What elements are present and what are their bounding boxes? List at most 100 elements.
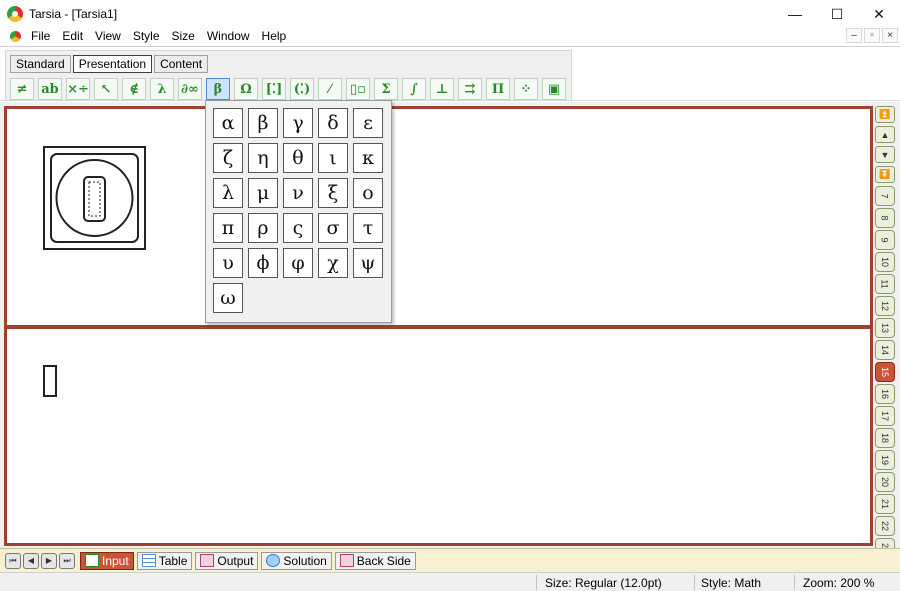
tab-standard[interactable]: Standard bbox=[10, 55, 71, 73]
labeled-arrows-button[interactable]: ⇉ bbox=[458, 78, 482, 100]
document-icon[interactable] bbox=[10, 31, 21, 42]
product-button[interactable]: Π bbox=[486, 78, 510, 100]
view-tab-back[interactable]: Back Side bbox=[334, 551, 416, 570]
page-tab-17[interactable]: 17 bbox=[875, 406, 895, 426]
menu-edit[interactable]: Edit bbox=[56, 27, 89, 46]
nav-last-button[interactable]: ⏭ bbox=[59, 552, 75, 569]
bottom-edit-pane[interactable] bbox=[4, 326, 873, 546]
page-tab-11[interactable]: 11 bbox=[875, 274, 895, 294]
nav-first-button[interactable]: ⏮ bbox=[5, 552, 21, 569]
greek-letter-button[interactable]: ς bbox=[283, 213, 313, 243]
equation-placeholder[interactable] bbox=[43, 365, 57, 397]
lambda-button[interactable]: λ bbox=[150, 78, 174, 100]
greek-letter-button[interactable]: γ bbox=[283, 108, 313, 138]
page-tab-13[interactable]: 13 bbox=[875, 318, 895, 338]
greek-letter-button[interactable]: κ bbox=[353, 143, 383, 173]
view-tab-input[interactable]: Input bbox=[80, 551, 134, 570]
greek-letter-button[interactable]: ω bbox=[213, 283, 243, 313]
parentheses-button[interactable]: (⁚) bbox=[290, 78, 314, 100]
scroll-down-button[interactable]: ▼ bbox=[875, 146, 895, 163]
page-tab-7[interactable]: 7 bbox=[875, 186, 895, 206]
scroll-first-button[interactable]: ⏫ bbox=[875, 106, 895, 123]
document-restore-button[interactable]: ▫ bbox=[864, 28, 880, 43]
tab-presentation[interactable]: Presentation bbox=[72, 55, 153, 73]
greek-letter-button[interactable]: ε bbox=[353, 108, 383, 138]
greek-upper-button[interactable]: Ω bbox=[234, 78, 258, 100]
scroll-up-button[interactable]: ▲ bbox=[875, 126, 895, 143]
page-tab-16[interactable]: 16 bbox=[875, 384, 895, 404]
greek-letter-button[interactable]: λ bbox=[213, 178, 243, 208]
view-tab-table[interactable]: Table bbox=[136, 551, 193, 570]
minimize-button[interactable]: — bbox=[774, 0, 816, 28]
greek-letter-button[interactable]: ρ bbox=[248, 213, 278, 243]
menu-style[interactable]: Style bbox=[127, 27, 166, 46]
greek-letter-button[interactable]: ο bbox=[353, 178, 383, 208]
work-area bbox=[0, 102, 900, 548]
greek-letter-button[interactable]: β bbox=[248, 108, 278, 138]
menu-window[interactable]: Window bbox=[201, 27, 256, 46]
page-tab-23[interactable]: 23 bbox=[875, 538, 895, 548]
greek-letter-button[interactable]: ν bbox=[283, 178, 313, 208]
greek-letter-button[interactable]: φ bbox=[283, 248, 313, 278]
greek-letter-button[interactable]: ι bbox=[318, 143, 348, 173]
page-tab-22[interactable]: 22 bbox=[875, 516, 895, 536]
tab-content[interactable]: Content bbox=[154, 55, 209, 73]
underbar-button[interactable]: ⊥ bbox=[430, 78, 454, 100]
greek-letter-button[interactable]: η bbox=[248, 143, 278, 173]
greek-letter-button[interactable]: τ bbox=[353, 213, 383, 243]
nav-next-button[interactable]: ▶ bbox=[41, 552, 57, 569]
page-tab-21[interactable]: 21 bbox=[875, 494, 895, 514]
greek-letter-button[interactable]: δ bbox=[318, 108, 348, 138]
arrows-button[interactable]: ↖ bbox=[94, 78, 118, 100]
menu-file[interactable]: File bbox=[25, 27, 56, 46]
close-button[interactable]: ✕ bbox=[858, 0, 900, 28]
page-tab-15[interactable]: 15 bbox=[875, 362, 895, 382]
operators-button[interactable]: ×÷ bbox=[66, 78, 90, 100]
set-symbols-button[interactable]: ∉ bbox=[122, 78, 146, 100]
menu-size[interactable]: Size bbox=[166, 27, 201, 46]
menu-help[interactable]: Help bbox=[256, 27, 293, 46]
greek-letter-button[interactable]: θ bbox=[283, 143, 313, 173]
script-button[interactable]: ▯▫ bbox=[346, 78, 370, 100]
tarsia-shape-icon[interactable] bbox=[43, 146, 146, 250]
page-tab-18[interactable]: 18 bbox=[875, 428, 895, 448]
view-tab-solution[interactable]: Solution bbox=[261, 551, 332, 570]
greek-letter-button[interactable]: ϕ bbox=[248, 248, 278, 278]
integral-button[interactable]: ∫ bbox=[402, 78, 426, 100]
greek-letter-button[interactable]: χ bbox=[318, 248, 348, 278]
greek-letter-button[interactable]: ξ bbox=[318, 178, 348, 208]
not-equal-button[interactable]: ≠ bbox=[10, 78, 34, 100]
greek-letter-button[interactable]: μ bbox=[248, 178, 278, 208]
page-tab-14[interactable]: 14 bbox=[875, 340, 895, 360]
symbol-tools: ≠ ab ×÷ ↖ ∉ λ ∂∞ β Ω [⁚] (⁚) ⁄ ▯▫ Σ ∫ ⊥ ⇉ Π ⁘ ▣ bbox=[10, 78, 566, 100]
fraction-button[interactable]: ⁄ bbox=[318, 78, 342, 100]
page-tab-10[interactable]: 10 bbox=[875, 252, 895, 272]
page-tab-9[interactable]: 9 bbox=[875, 230, 895, 250]
template-button[interactable]: ▣ bbox=[542, 78, 566, 100]
greek-letter-button[interactable]: ψ bbox=[353, 248, 383, 278]
summation-button[interactable]: Σ bbox=[374, 78, 398, 100]
misc-symbols-button[interactable]: ∂∞ bbox=[178, 78, 202, 100]
greek-lower-button[interactable]: β bbox=[206, 78, 230, 100]
menu-view[interactable]: View bbox=[89, 27, 127, 46]
greek-letter-button[interactable]: α bbox=[213, 108, 243, 138]
fences-button[interactable]: [⁚] bbox=[262, 78, 286, 100]
greek-upper-icon: Ω bbox=[240, 81, 252, 97]
document-minimize-button[interactable]: – bbox=[846, 28, 862, 43]
page-tab-12[interactable]: 12 bbox=[875, 296, 895, 316]
top-edit-pane[interactable] bbox=[4, 106, 873, 328]
text-format-button[interactable]: ab bbox=[38, 78, 62, 100]
page-tab-20[interactable]: 20 bbox=[875, 472, 895, 492]
document-close-button[interactable]: × bbox=[882, 28, 898, 43]
page-tab-19[interactable]: 19 bbox=[875, 450, 895, 470]
scroll-last-button[interactable]: ⏬ bbox=[875, 166, 895, 183]
page-tab-8[interactable]: 8 bbox=[875, 208, 895, 228]
greek-letter-button[interactable]: ζ bbox=[213, 143, 243, 173]
view-tab-output[interactable]: Output bbox=[195, 551, 259, 570]
greek-letter-button[interactable]: π bbox=[213, 213, 243, 243]
maximize-button[interactable]: ☐ bbox=[816, 0, 858, 28]
matrix-button[interactable]: ⁘ bbox=[514, 78, 538, 100]
nav-prev-button[interactable]: ◀ bbox=[23, 552, 39, 569]
greek-letter-button[interactable]: υ bbox=[213, 248, 243, 278]
greek-letter-button[interactable]: σ bbox=[318, 213, 348, 243]
